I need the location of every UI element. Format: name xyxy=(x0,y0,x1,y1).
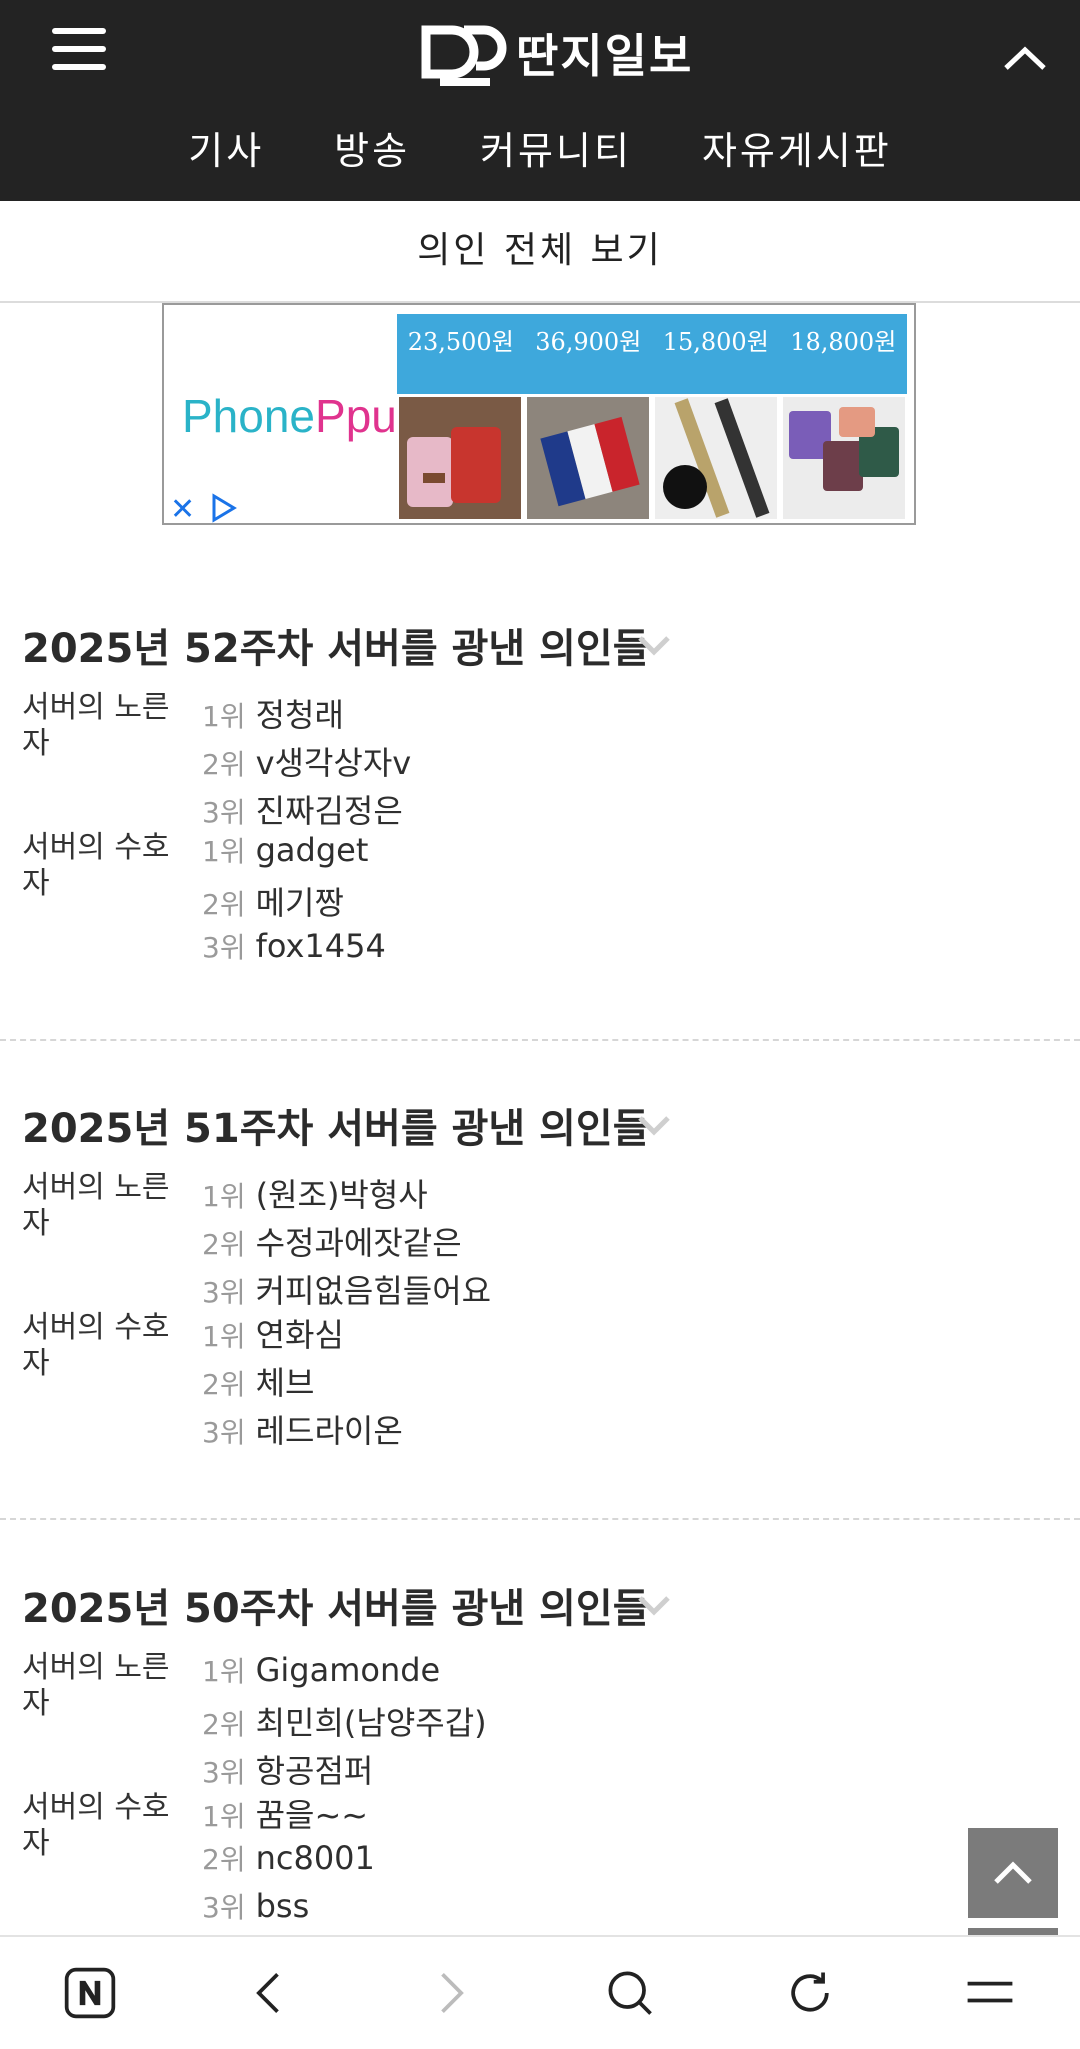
ranking-entry[interactable]: 2위 v생각상자v xyxy=(202,738,411,784)
logo-text: 딴지일보 xyxy=(516,29,694,83)
chevron-down-icon[interactable] xyxy=(636,1594,672,1618)
nav-item-free-board[interactable]: 자유게시판 xyxy=(702,120,892,175)
ranking-entry[interactable]: 2위 최민희(남양주갑) xyxy=(202,1698,487,1744)
view-all-link[interactable]: 의인 전체 보기 xyxy=(0,201,1080,303)
ranking-entry[interactable]: 1위 gadget xyxy=(202,830,368,870)
ranking-entry[interactable]: 2위 메기짱 xyxy=(202,878,344,924)
ad-price: 15,800원 xyxy=(662,327,769,356)
ranking-entry[interactable]: 3위 진짜김정은 xyxy=(202,786,403,832)
group-label: 서버의 수호자 xyxy=(22,1790,170,1861)
ad-thumbnail-watch-band[interactable] xyxy=(655,397,777,519)
ddanzi-logo-icon xyxy=(421,25,507,86)
main-nav: 기사 방송 커뮤니티 자유게시판 xyxy=(0,120,1080,175)
ad-price: 36,900원 xyxy=(535,327,642,356)
ranking-entry[interactable]: 2위 수정과에잣같은 xyxy=(202,1218,462,1264)
week-title: 2025년 52주차 서버를 광낸 의인들 xyxy=(22,626,650,672)
nav-item-community[interactable]: 커뮤니티 xyxy=(480,120,632,175)
ad-close-icon[interactable]: ✕ xyxy=(170,495,195,525)
ad-price: 23,500원 xyxy=(407,327,514,356)
ad-brand-logo: PhonePpu xyxy=(182,390,397,442)
ad-banner[interactable]: PhonePpu 23,500원 36,900원 15,800원 18,800원 xyxy=(162,303,916,525)
ad-thumbnail-card-wallet[interactable] xyxy=(783,397,905,519)
ranking-entry[interactable]: 3위 fox1454 xyxy=(202,926,386,966)
group-label: 서버의 노른자 xyxy=(22,1170,170,1241)
group-label: 서버의 노른자 xyxy=(22,1650,170,1721)
chevron-down-icon[interactable] xyxy=(636,1114,672,1138)
nav-item-broadcast[interactable]: 방송 xyxy=(334,120,410,175)
group-label: 서버의 수호자 xyxy=(22,1310,170,1381)
nav-item-articles[interactable]: 기사 xyxy=(188,120,264,175)
section-divider xyxy=(0,1039,1080,1041)
back-icon[interactable] xyxy=(240,1963,300,2023)
ad-price-strip: 23,500원 36,900원 15,800원 18,800원 xyxy=(397,314,907,394)
week-title: 2025년 50주차 서버를 광낸 의인들 xyxy=(22,1586,650,1632)
browser-bottom-bar xyxy=(0,1935,1080,2049)
ranking-entry[interactable]: 3위 커피없음힘들어요 xyxy=(202,1266,491,1312)
forward-icon[interactable] xyxy=(420,1963,480,2023)
ad-thumbnail-flag-case[interactable] xyxy=(527,397,649,519)
ad-choices-icon[interactable] xyxy=(208,493,238,523)
scroll-to-top-button[interactable] xyxy=(968,1828,1058,1918)
ad-price: 18,800원 xyxy=(790,327,897,356)
week-title: 2025년 51주차 서버를 광낸 의인들 xyxy=(22,1106,650,1152)
ranking-entry[interactable]: 1위 (원조)박형사 xyxy=(202,1170,428,1216)
ranking-entry[interactable]: 2위 체브 xyxy=(202,1358,314,1404)
site-logo[interactable]: 딴지일보 xyxy=(420,18,693,88)
ranking-entry[interactable]: 1위 정청래 xyxy=(202,690,344,736)
group-label: 서버의 노른자 xyxy=(22,690,170,761)
hamburger-menu-icon[interactable] xyxy=(52,28,106,72)
group-label: 서버의 수호자 xyxy=(22,830,170,901)
ranking-entry[interactable]: 1위 연화심 xyxy=(202,1310,344,1356)
chevron-up-icon xyxy=(994,1861,1032,1884)
refresh-icon[interactable] xyxy=(780,1963,840,2023)
menu-icon[interactable] xyxy=(960,1963,1020,2023)
top-header: 딴지일보 기사 방송 커뮤니티 자유게시판 xyxy=(0,0,1080,201)
search-icon[interactable] xyxy=(600,1963,660,2023)
ad-product-thumbnails xyxy=(399,397,905,519)
naver-n-icon[interactable] xyxy=(60,1963,120,2023)
ranking-entry[interactable]: 3위 레드라이온 xyxy=(202,1406,403,1452)
ranking-entry[interactable]: 2위 nc8001 xyxy=(202,1838,375,1878)
chevron-up-icon[interactable] xyxy=(1000,38,1050,78)
ranking-entry[interactable]: 3위 항공점퍼 xyxy=(202,1746,373,1792)
ranking-entry[interactable]: 3위 bss xyxy=(202,1886,309,1926)
chevron-down-icon[interactable] xyxy=(636,634,672,658)
section-divider xyxy=(0,1518,1080,1520)
ad-thumbnail-wallet-case[interactable] xyxy=(399,397,521,519)
ranking-entry[interactable]: 1위 꿈을~~ xyxy=(202,1790,368,1836)
ranking-entry[interactable]: 1위 Gigamonde xyxy=(202,1650,440,1690)
